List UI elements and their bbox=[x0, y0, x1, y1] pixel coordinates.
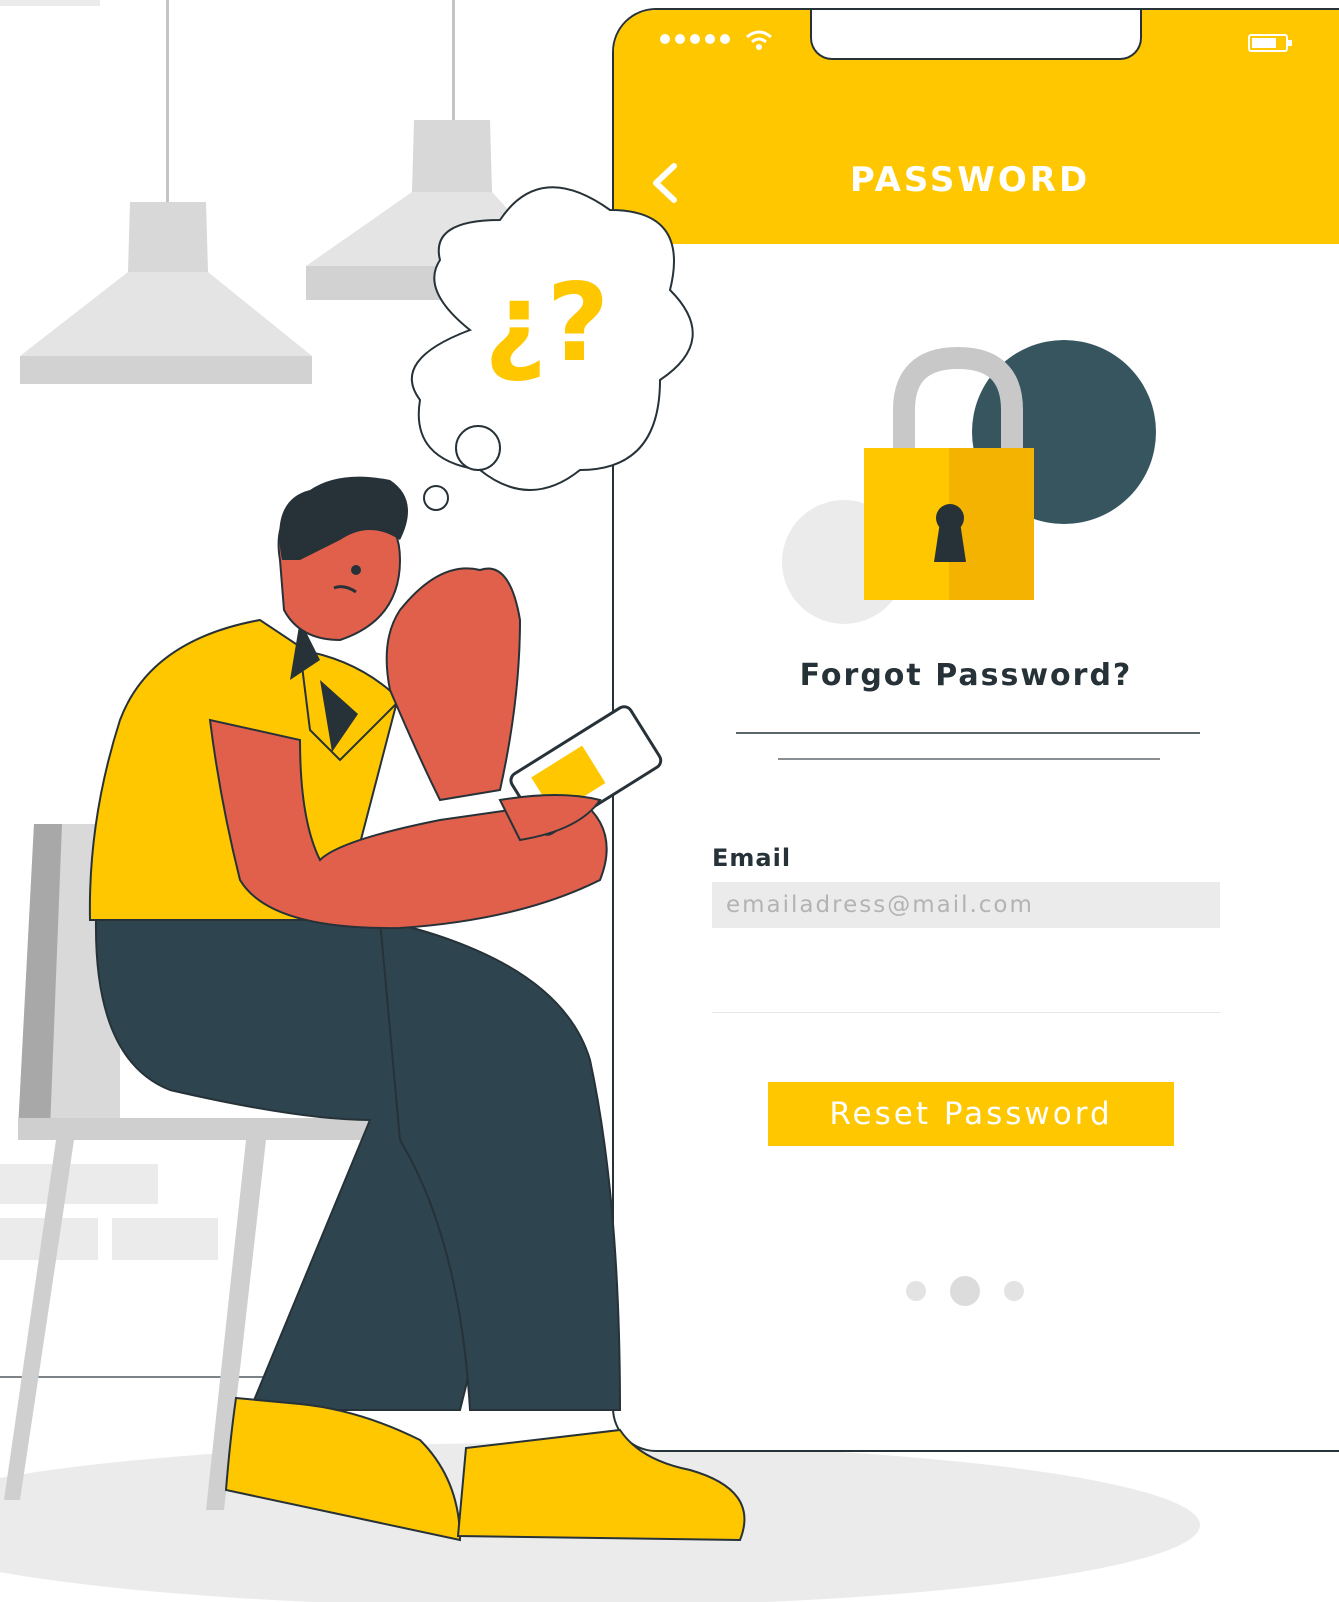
signal-dots-icon bbox=[660, 34, 730, 44]
page-title: PASSWORD bbox=[849, 160, 1091, 200]
form-heading: Forgot Password? bbox=[799, 658, 1133, 693]
wall-brick bbox=[0, 1164, 158, 1204]
divider-line bbox=[736, 732, 1200, 734]
pendant-lamp-right bbox=[306, 0, 560, 300]
email-label: Email bbox=[712, 844, 792, 872]
page-dot[interactable] bbox=[906, 1281, 926, 1301]
battery-icon bbox=[1248, 34, 1292, 52]
divider-line bbox=[778, 758, 1160, 760]
email-field[interactable] bbox=[712, 882, 1220, 928]
padlock-icon bbox=[864, 448, 1034, 600]
page-dot[interactable] bbox=[1004, 1281, 1024, 1301]
page-dot-active[interactable] bbox=[950, 1276, 980, 1306]
separator bbox=[712, 1012, 1220, 1013]
floor-shadow bbox=[0, 1443, 1200, 1602]
padlock-illustration bbox=[782, 340, 1156, 624]
pendant-lamp-left bbox=[20, 0, 312, 384]
reset-password-button[interactable]: Reset Password bbox=[768, 1082, 1174, 1146]
phone-notch bbox=[810, 10, 1142, 60]
app-header: PASSWORD bbox=[614, 10, 1339, 244]
floor-line bbox=[0, 1376, 620, 1378]
wall-stub bbox=[0, 0, 100, 6]
pagination-dots bbox=[906, 1276, 1024, 1306]
chair bbox=[4, 824, 380, 1510]
phone-screen: PASSWORD Forgot Password? Email Reset Pa… bbox=[612, 8, 1339, 1452]
wifi-icon bbox=[746, 30, 772, 50]
wall-brick bbox=[112, 1218, 218, 1260]
